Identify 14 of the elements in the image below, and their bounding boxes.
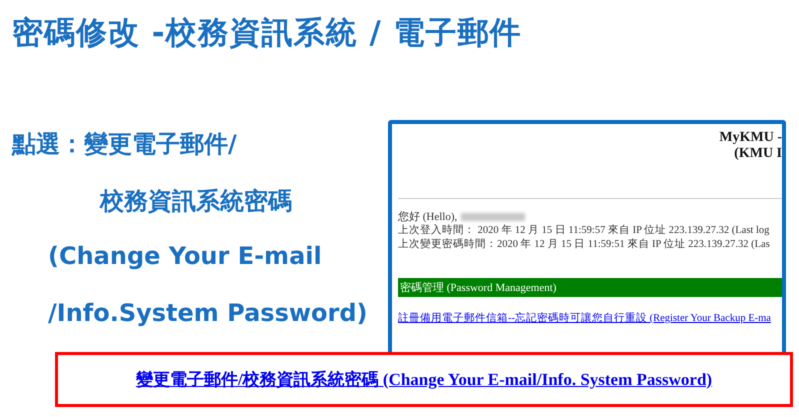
instruction-text: 校務資訊系統密碼 — [98, 186, 293, 217]
backup-email-link[interactable]: 註冊備用電子郵件信箱--忘記密碼時可讓您自行重設 (Register Your Backup E-ma — [398, 311, 771, 325]
section-bar: 密碼管理 (Password Management) — [398, 278, 782, 297]
instruction-text: 點選：變更電子郵件/ — [10, 129, 238, 160]
instruction-text: /Info.System Password) — [47, 299, 369, 329]
login-info: 上次變更密碼時間：2020 年 12 月 15 日 11:59:51 來自 IP 位址 223.139.27.32 (Las — [398, 238, 771, 252]
blurred-name — [461, 212, 526, 220]
instruction-text: (Change Your E-mail — [47, 242, 323, 272]
login-info: 上次登入時間： 2020 年 12 月 15 日 11:59:57 來自 IP 位址 223.139.27.32 (Last log — [398, 224, 770, 238]
greeting-text: 您好 (Hello), — [398, 210, 458, 224]
portal-header: (KMU I — [734, 146, 782, 162]
change-password-link[interactable]: 變更電子郵件/校務資訊系統密碼 (Change Your E-mail/Info. System Password) — [136, 368, 712, 391]
slide-title: 密碼修改 -校務資訊系統 / 電子郵件 — [11, 14, 523, 53]
portal-header: MyKMU - — [719, 130, 782, 146]
